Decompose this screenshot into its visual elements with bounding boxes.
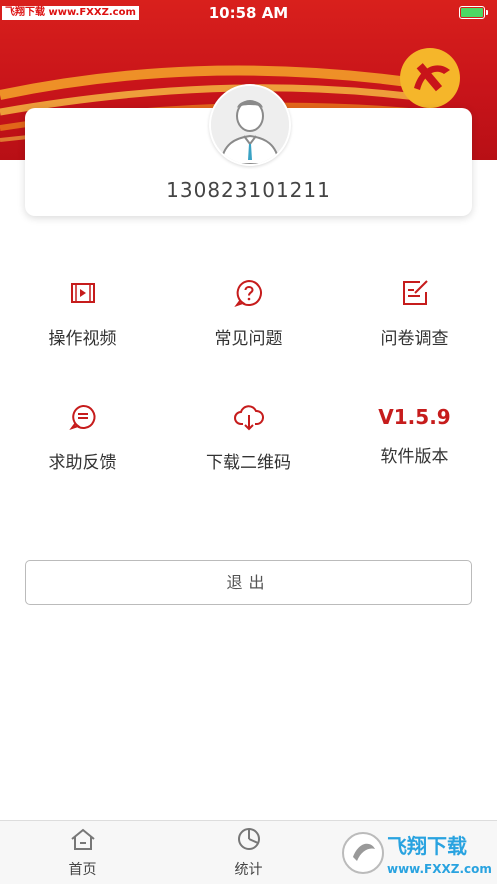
menu-item-label: 常见问题 — [214, 329, 283, 349]
phone-number: 130823101211 — [166, 178, 331, 202]
watermark-url: www.FXXZ.com — [387, 862, 491, 876]
tab-bar: 首页 统计 飞翔下载 www.FXXZ.com — [0, 820, 497, 884]
survey-icon — [400, 278, 430, 308]
menu-item-feedback[interactable]: 求助反馈 — [0, 402, 165, 473]
menu-item-label: 求助反馈 — [48, 453, 117, 473]
menu-item-download-qr[interactable]: 下载二维码 — [166, 402, 331, 473]
question-icon — [233, 278, 264, 308]
battery-icon — [459, 6, 488, 19]
menu-item-label: 问卷调查 — [380, 329, 449, 349]
feedback-icon — [68, 402, 98, 432]
version-number: V1.5.9 — [378, 405, 451, 429]
status-time: 10:58 AM — [208, 4, 289, 22]
pie-chart-icon — [237, 828, 260, 850]
tab-label: 首页 — [68, 862, 97, 878]
tab-label: 统计 — [234, 862, 263, 878]
video-icon — [68, 278, 98, 308]
home-icon — [70, 828, 95, 850]
tab-home[interactable]: 首页 — [0, 827, 165, 879]
menu-item-label: 操作视频 — [48, 329, 117, 349]
menu-item-faq[interactable]: 常见问题 — [166, 278, 331, 349]
watermark-title: 飞翔下载 — [387, 834, 467, 858]
menu-item-label: 下载二维码 — [206, 453, 291, 473]
menu-item-label: 软件版本 — [380, 447, 449, 467]
cloud-download-icon — [233, 402, 264, 432]
tab-statistics[interactable]: 统计 — [166, 827, 331, 879]
menu-item-survey[interactable]: 问卷调查 — [332, 278, 497, 349]
emblem-icon — [400, 48, 460, 108]
menu-item-video[interactable]: 操作视频 — [0, 278, 165, 349]
avatar[interactable] — [209, 84, 291, 166]
menu-item-version[interactable]: V1.5.9 软件版本 — [332, 402, 497, 467]
logout-button[interactable]: 退出 — [25, 560, 472, 605]
status-bar: 飞翔下载 www.FXXZ.com 10:58 AM — [0, 0, 497, 26]
watermark-logo: 飞翔下载 www.FXXZ.com — [341, 827, 492, 879]
user-avatar-icon — [211, 86, 289, 164]
